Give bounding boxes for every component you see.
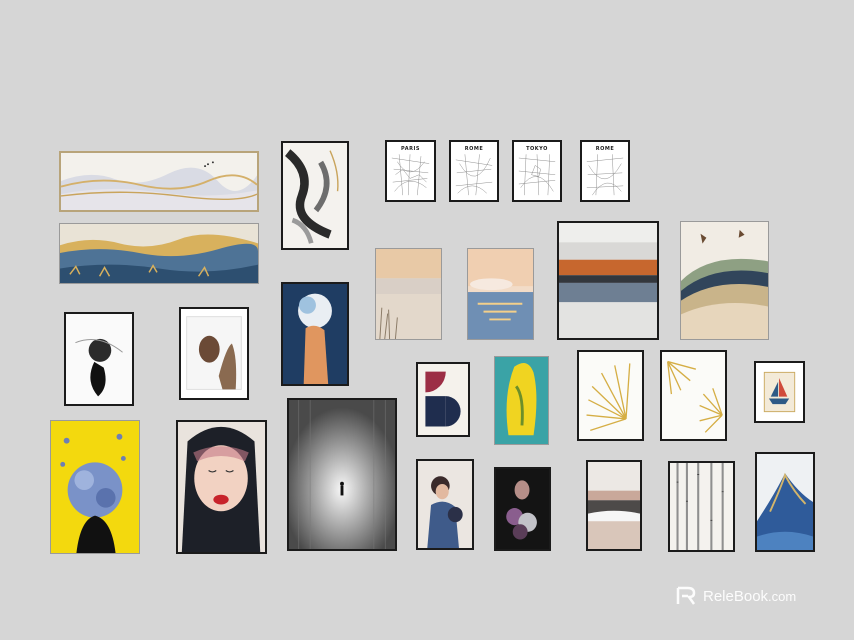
birch-trees-painting	[668, 461, 735, 552]
watermark-brand: ReleBook	[703, 587, 769, 605]
light-corridor-photo	[287, 398, 397, 551]
red-lips-portrait-painting	[176, 420, 267, 554]
abstract-ink-painting	[281, 141, 349, 250]
agate-marble-painting	[680, 221, 769, 340]
ocean-sunset-painting	[467, 248, 534, 340]
rome-map-print: ROME	[449, 140, 499, 202]
gold-fan-painting	[577, 350, 644, 441]
yellow-coat-figure-painting	[494, 356, 549, 445]
watermark-suffix: .com	[768, 588, 797, 604]
woman-with-flowers-painting	[416, 459, 474, 550]
map-title: ROME	[464, 146, 484, 152]
map-title: ROME	[595, 146, 615, 152]
layered-neutral-abstract-painting	[586, 460, 642, 551]
small-sailboat-print	[754, 361, 805, 423]
watermark: ReleBook.com	[676, 586, 796, 606]
geometric-shapes-print	[416, 362, 470, 437]
map-title: TOKYO	[526, 146, 548, 152]
ink-figure-painting	[64, 312, 134, 406]
orange-stripe-abstract-painting	[557, 221, 659, 340]
panoramic-mountain-painting	[59, 151, 259, 212]
dark-floral-portrait-painting	[494, 467, 551, 551]
map-title: PARIS	[401, 146, 420, 152]
paris-map-print: PARIS	[385, 140, 436, 202]
butterfly-head-painting	[50, 420, 140, 554]
relebook-logo-icon	[676, 586, 696, 605]
beach-sunset-painting	[375, 248, 442, 340]
gold-blue-mountain-painting	[59, 223, 259, 284]
portrait-photo-print	[179, 307, 249, 400]
woman-flower-head-painting	[281, 282, 349, 386]
tokyo-map-print: TOKYO	[512, 140, 562, 202]
rome-map-print: ROME	[580, 140, 630, 202]
blue-gold-wave-painting	[755, 452, 815, 552]
gold-fan-painting-pair	[660, 350, 727, 441]
